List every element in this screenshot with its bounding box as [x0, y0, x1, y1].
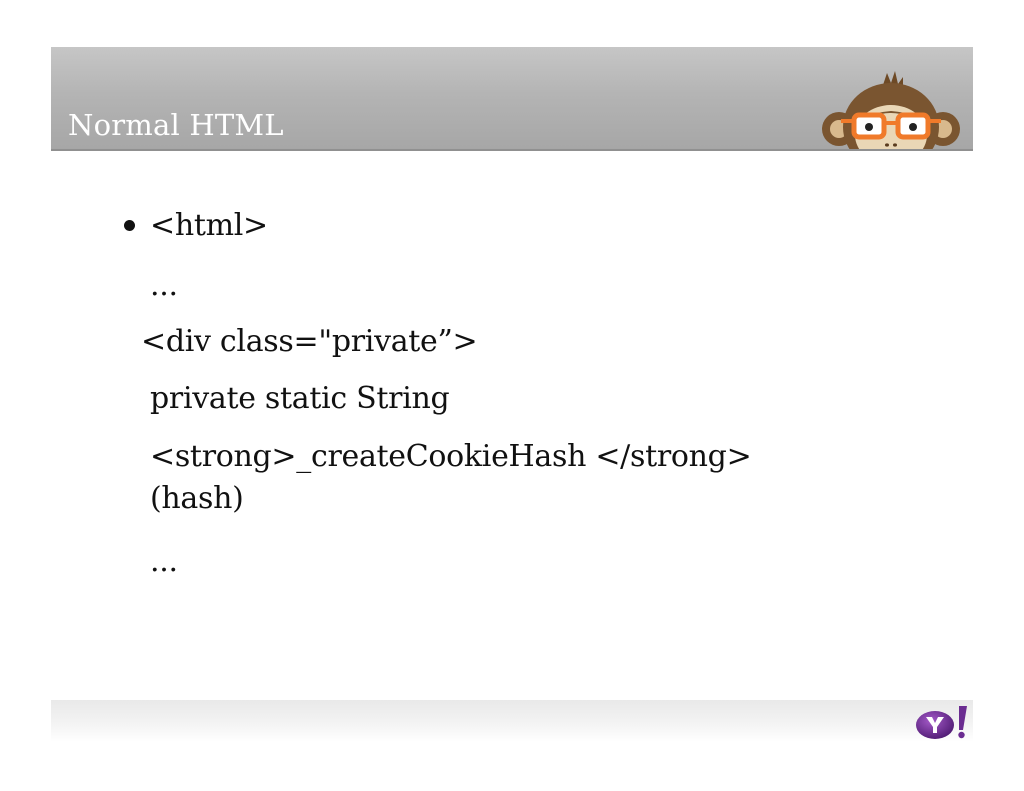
code-line-7: ... [150, 544, 178, 579]
code-line-6: (hash) [150, 481, 244, 516]
code-line-2: ... [150, 268, 178, 303]
code-line-5: <strong>_createCookieHash </strong> [150, 439, 752, 474]
code-line-4: private static String [150, 381, 450, 416]
bullet-icon [124, 220, 135, 231]
footer-bar [51, 700, 973, 742]
yahoo-logo-icon [913, 704, 971, 740]
code-line-3: <div class="private”> [141, 324, 478, 359]
code-line-1: <html> [150, 208, 268, 243]
slide-content: <html> ... <div class="private”> private… [0, 0, 1024, 700]
slide: Normal HTML <html> ... <div class="priva… [0, 0, 1024, 791]
